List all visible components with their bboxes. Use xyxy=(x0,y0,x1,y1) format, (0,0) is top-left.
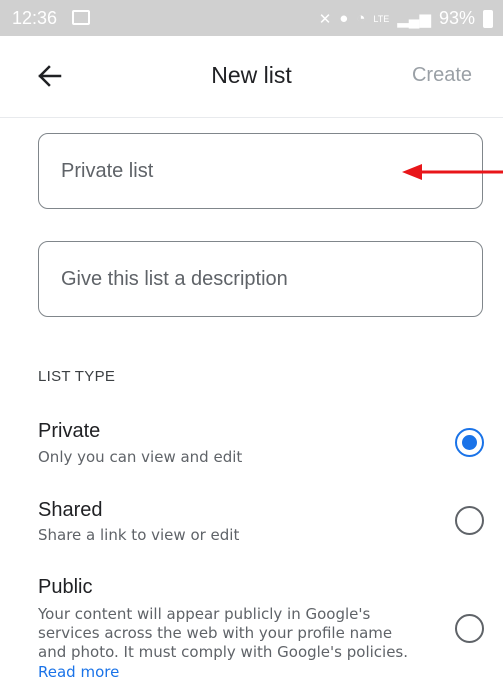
read-more-link[interactable]: Read more xyxy=(38,663,119,681)
annotation-arrow-icon xyxy=(402,164,503,180)
wifi-icon: ◔ xyxy=(356,10,366,27)
list-name-placeholder: Private list xyxy=(61,159,154,182)
status-icons: ✕ ● ◔ LTE ▂▄▆ 93% xyxy=(319,8,493,29)
location-icon: ● xyxy=(339,10,349,27)
battery-icon xyxy=(483,9,493,28)
option-private-title: Private xyxy=(38,420,101,442)
status-time: 12:36 xyxy=(12,8,58,28)
radio-private[interactable] xyxy=(455,428,484,457)
image-icon xyxy=(72,10,90,25)
description-placeholder: Give this list a description xyxy=(61,267,288,290)
mute-icon: ✕ xyxy=(318,10,332,28)
option-shared-description: Share a link to view or edit xyxy=(38,526,240,544)
option-shared-title: Shared xyxy=(38,499,103,521)
app-bar: New list Create xyxy=(0,36,503,112)
description-field[interactable]: Give this list a description xyxy=(38,241,483,317)
option-public-title: Public xyxy=(38,576,93,598)
battery-percent: 93% xyxy=(438,8,475,28)
option-public-description-line-2: services across the web with your profil… xyxy=(38,624,393,642)
radio-shared[interactable] xyxy=(455,506,484,535)
status-bar: 12:36 ✕ ● ◔ LTE ▂▄▆ 93% xyxy=(0,0,503,36)
list-type-header: LIST TYPE xyxy=(38,368,116,385)
lte-icon: LTE xyxy=(373,13,390,24)
radio-public[interactable] xyxy=(455,614,484,643)
header-divider xyxy=(0,117,503,118)
option-public-description-line-3: and photo. It must comply with Google's … xyxy=(38,643,409,661)
create-button[interactable]: Create xyxy=(412,64,472,87)
signal-icon: ▂▄▆ xyxy=(397,10,431,28)
option-private-description: Only you can view and edit xyxy=(38,448,243,466)
option-public-description-line-1: Your content will appear publicly in Goo… xyxy=(38,605,371,623)
